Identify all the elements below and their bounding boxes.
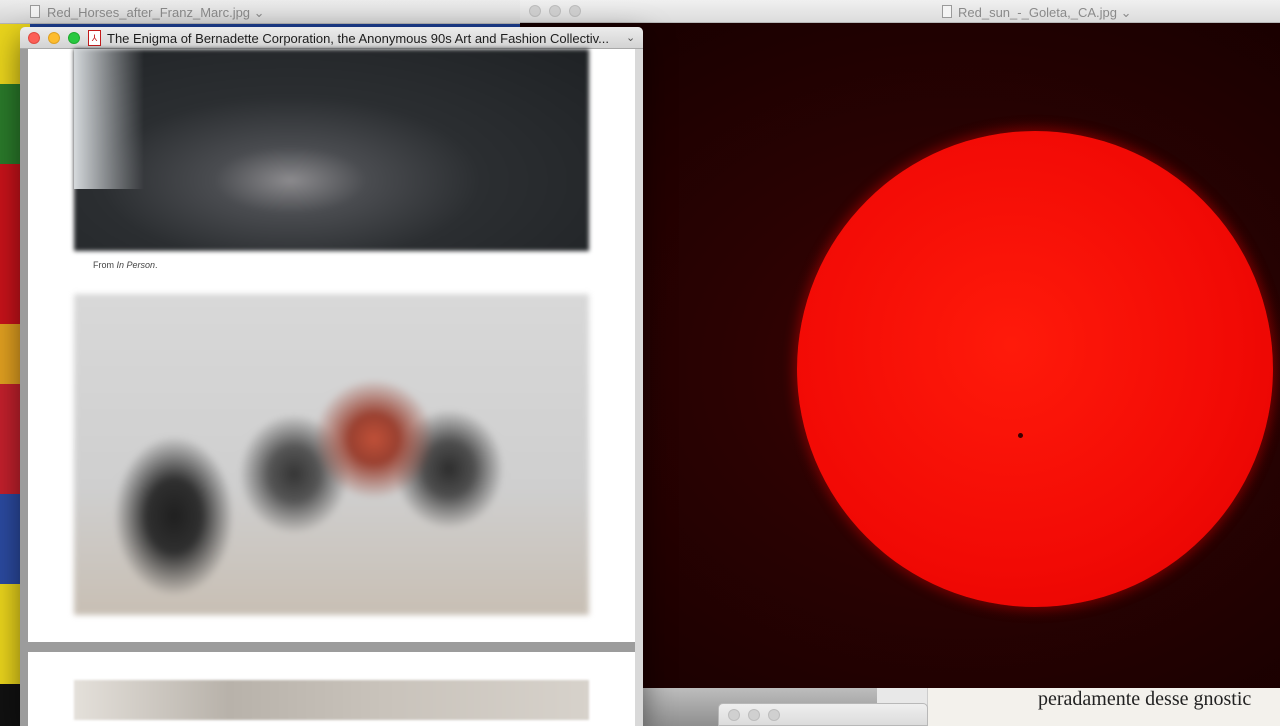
minimize-button-inactive[interactable] xyxy=(748,709,760,721)
image-caption: From In Person. xyxy=(93,260,158,270)
background-document-window[interactable]: peradamente desse gnostic xyxy=(927,688,1280,726)
blurred-photo xyxy=(74,294,589,615)
document-icon xyxy=(942,5,952,18)
minimize-button-inactive[interactable] xyxy=(549,5,561,17)
pdf-titlebar[interactable]: ⅄ The Enigma of Bernadette Corporation, … xyxy=(20,27,643,49)
close-button-inactive[interactable] xyxy=(728,709,740,721)
close-button[interactable] xyxy=(28,32,40,44)
pdf-title: The Enigma of Bernadette Corporation, th… xyxy=(107,31,609,46)
maximize-button[interactable] xyxy=(68,32,80,44)
pdf-page: From In Person. xyxy=(28,49,635,642)
pdf-window[interactable]: ⅄ The Enigma of Bernadette Corporation, … xyxy=(20,27,643,726)
pdf-icon: ⅄ xyxy=(88,30,101,46)
sun-disc xyxy=(797,131,1273,607)
blurred-photo xyxy=(74,49,589,251)
pdf-page xyxy=(28,652,635,726)
red-sun-titlebar[interactable]: Red_sun_-_Goleta,_CA.jpg ⌄ xyxy=(520,0,1280,23)
maximize-button-inactive[interactable] xyxy=(569,5,581,17)
chevron-down-icon[interactable]: ⌄ xyxy=(626,31,635,44)
red-horses-title: Red_Horses_after_Franz_Marc.jpg ⌄ xyxy=(47,5,265,20)
minimized-window-titlebar[interactable] xyxy=(718,703,928,726)
blurred-photo xyxy=(74,680,589,720)
background-document-text: peradamente desse gnostic xyxy=(1038,688,1252,710)
close-button-inactive[interactable] xyxy=(529,5,541,17)
red-sun-title: Red_sun_-_Goleta,_CA.jpg ⌄ xyxy=(958,5,1132,20)
document-icon xyxy=(30,5,40,18)
sunspot xyxy=(1018,433,1023,438)
minimize-button[interactable] xyxy=(48,32,60,44)
maximize-button-inactive[interactable] xyxy=(768,709,780,721)
scrollbar[interactable] xyxy=(635,49,643,726)
blurred-photo-highlight xyxy=(74,49,144,189)
